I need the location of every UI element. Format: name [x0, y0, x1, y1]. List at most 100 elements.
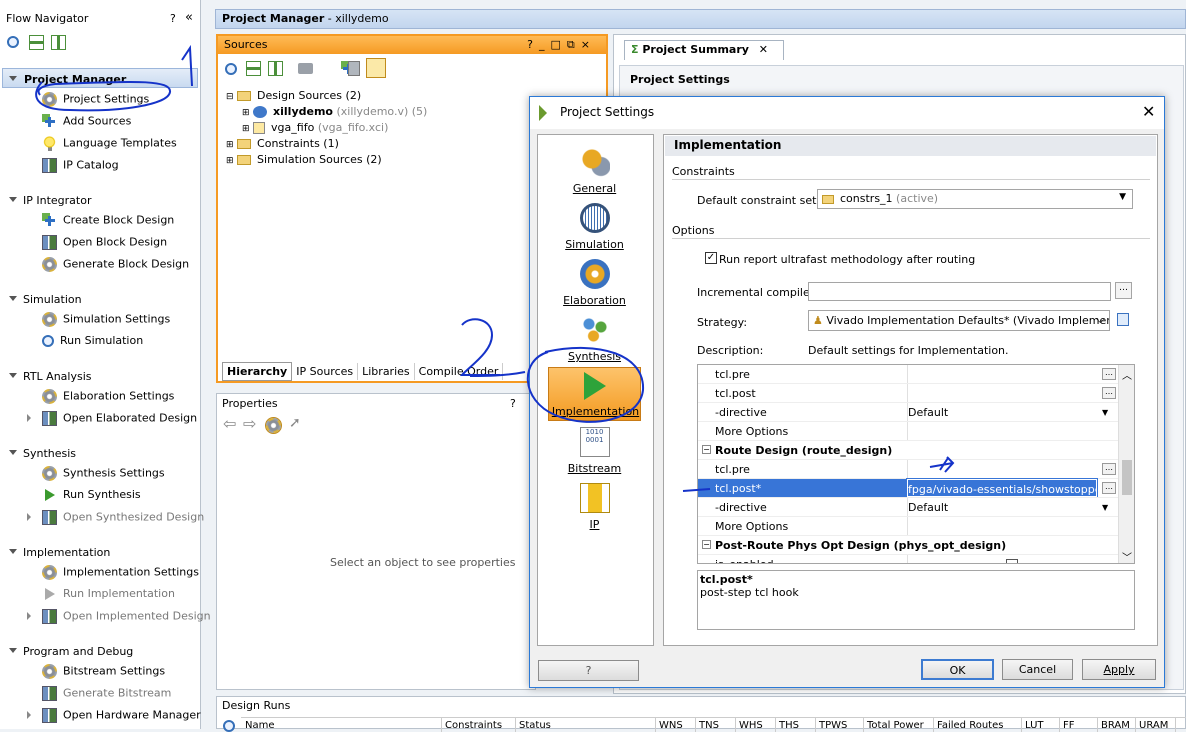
- tab-libraries[interactable]: Libraries: [358, 363, 415, 380]
- scroll-down-icon[interactable]: ﹀: [1122, 549, 1132, 563]
- table-row[interactable]: tcl.pre…: [698, 365, 1118, 384]
- nav-item-implementation-settings[interactable]: Implementation Settings: [42, 565, 199, 580]
- document-icon[interactable]: [348, 61, 360, 76]
- property-value[interactable]: [907, 384, 1097, 402]
- expand-triangle-icon[interactable]: [9, 197, 17, 202]
- nav-item-ip-catalog[interactable]: IP Catalog: [42, 158, 119, 173]
- column-header[interactable]: Failed Routes: [937, 720, 1003, 731]
- apply-button[interactable]: Apply: [1082, 659, 1156, 680]
- sources-controls[interactable]: ?_□⧉×: [527, 38, 596, 52]
- nav-item-run-simulation[interactable]: Run Simulation: [42, 334, 143, 347]
- property-value[interactable]: [907, 460, 1097, 478]
- tab-compile-order[interactable]: Compile Order: [415, 363, 504, 380]
- table-row[interactable]: -directive Default ▼: [698, 498, 1118, 517]
- help-icon[interactable]: ?: [170, 12, 176, 25]
- property-value[interactable]: [907, 517, 1097, 535]
- browse-button[interactable]: …: [1102, 482, 1116, 494]
- expand-triangle-icon[interactable]: [9, 450, 17, 455]
- help-icon[interactable]: ?: [527, 38, 539, 51]
- column-header[interactable]: URAM: [1139, 720, 1168, 731]
- nav-section-synthesis[interactable]: Synthesis: [23, 447, 76, 460]
- expand-triangle-icon[interactable]: [9, 549, 17, 554]
- column-header[interactable]: FF: [1063, 720, 1075, 731]
- collapse-all-icon[interactable]: [246, 61, 261, 76]
- search-icon[interactable]: [225, 62, 237, 75]
- expand-triangle-icon[interactable]: [9, 648, 17, 653]
- table-row[interactable]: -directive Default ▼: [698, 403, 1118, 422]
- nav-section-simulation[interactable]: Simulation: [23, 293, 82, 306]
- column-header[interactable]: Status: [519, 720, 551, 731]
- run-report-label[interactable]: Run report ultrafast methodology after r…: [719, 253, 975, 266]
- column-header[interactable]: Name: [245, 720, 275, 731]
- column-header[interactable]: WHS: [739, 720, 763, 731]
- nav-item-generate-block-design[interactable]: Generate Block Design: [42, 257, 189, 272]
- scroll-thumb[interactable]: [1122, 460, 1132, 495]
- nav-item-simulation-settings[interactable]: Simulation Settings: [42, 312, 170, 327]
- column-header[interactable]: THS: [779, 720, 799, 731]
- category-general[interactable]: General: [548, 143, 641, 197]
- column-header[interactable]: BRAM: [1101, 720, 1130, 731]
- default-constraint-select[interactable]: constrs_1 (active) ▼: [817, 189, 1133, 209]
- category-ip[interactable]: IP: [548, 479, 641, 533]
- expand-triangle-icon[interactable]: [27, 711, 31, 719]
- back-arrow-icon[interactable]: ⇦: [223, 414, 236, 433]
- nav-section-project-manager[interactable]: Project Manager: [24, 73, 126, 86]
- column-header[interactable]: LUT: [1025, 720, 1044, 731]
- cancel-button[interactable]: Cancel: [1002, 659, 1073, 680]
- category-simulation[interactable]: Simulation: [548, 199, 641, 253]
- table-row[interactable]: More Options: [698, 517, 1118, 536]
- search-icon[interactable]: [223, 720, 235, 732]
- category-synthesis[interactable]: Synthesis: [548, 311, 641, 365]
- browse-button[interactable]: …: [1102, 387, 1116, 399]
- tab-project-summary[interactable]: Σ Project Summary ✕: [624, 40, 784, 60]
- column-header[interactable]: WNS: [659, 720, 683, 731]
- strategy-copy-icon[interactable]: [1117, 313, 1129, 326]
- table-row[interactable]: tcl.post* fpga/vivado-essentials/showstop…: [698, 478, 1118, 498]
- property-value[interactable]: [907, 555, 1097, 563]
- expand-all-icon[interactable]: [268, 61, 283, 76]
- incremental-browse-button[interactable]: …: [1115, 282, 1132, 299]
- collapse-box-icon[interactable]: −: [702, 540, 711, 549]
- pointer-icon[interactable]: ➚: [289, 415, 301, 431]
- nav-section-program-and-debug[interactable]: Program and Debug: [23, 645, 133, 658]
- forward-arrow-icon[interactable]: ⇨: [243, 414, 256, 433]
- nav-item-open-hardware-manager[interactable]: Open Hardware Manager: [27, 708, 201, 723]
- auto-update-icon[interactable]: [265, 417, 282, 434]
- nav-item-elaboration-settings[interactable]: Elaboration Settings: [42, 389, 174, 404]
- nav-item-open-synthesized-design[interactable]: Open Synthesized Design: [27, 510, 204, 525]
- category-elaboration[interactable]: Elaboration: [548, 255, 641, 309]
- incremental-compile-input[interactable]: [808, 282, 1111, 301]
- category-implementation[interactable]: Implementation: [548, 367, 641, 421]
- nav-item-add-sources[interactable]: Add Sources: [42, 114, 131, 129]
- close-icon[interactable]: ✕: [759, 43, 768, 56]
- property-value[interactable]: [907, 422, 1097, 440]
- collapse-all-icon[interactable]: [29, 35, 44, 50]
- run-report-checkbox[interactable]: ✓: [705, 252, 717, 264]
- chevron-down-icon[interactable]: ▼: [1102, 403, 1108, 422]
- nav-section-ip-integrator[interactable]: IP Integrator: [23, 194, 91, 207]
- tab-ip-sources[interactable]: IP Sources: [292, 363, 359, 380]
- expand-triangle-icon[interactable]: [9, 373, 17, 378]
- folder-icon[interactable]: [298, 63, 313, 74]
- property-value[interactable]: fpga/vivado-essentials/showstopper.tcl: [906, 478, 1098, 498]
- nav-item-run-synthesis[interactable]: Run Synthesis: [42, 488, 141, 501]
- maximize-icon[interactable]: □: [551, 38, 567, 51]
- expand-triangle-icon[interactable]: [27, 513, 31, 521]
- nav-item-project-settings[interactable]: Project Settings: [42, 92, 149, 107]
- table-row[interactable]: More Options: [698, 422, 1118, 441]
- strategy-select[interactable]: ♟ Vivado Implementation Defaults* (Vivad…: [808, 310, 1110, 331]
- nav-item-language-templates[interactable]: Language Templates: [42, 136, 177, 151]
- chevron-down-icon[interactable]: ▼: [1102, 498, 1108, 517]
- help-button[interactable]: ?: [538, 660, 639, 681]
- property-value[interactable]: Default: [907, 403, 1097, 421]
- column-header[interactable]: Total Power: [867, 720, 924, 731]
- browse-button[interactable]: …: [1102, 368, 1116, 380]
- table-row[interactable]: is_enabled: [698, 555, 1118, 563]
- column-header[interactable]: TPWS: [819, 720, 847, 731]
- collapse-box-icon[interactable]: −: [702, 445, 711, 454]
- float-icon[interactable]: ⧉: [567, 38, 581, 51]
- tree-simulation-sources[interactable]: ⊞ Simulation Sources (2): [226, 150, 382, 169]
- minimize-icon[interactable]: _: [539, 38, 551, 51]
- expand-triangle-icon[interactable]: [27, 414, 31, 422]
- nav-item-bitstream-settings[interactable]: Bitstream Settings: [42, 664, 165, 679]
